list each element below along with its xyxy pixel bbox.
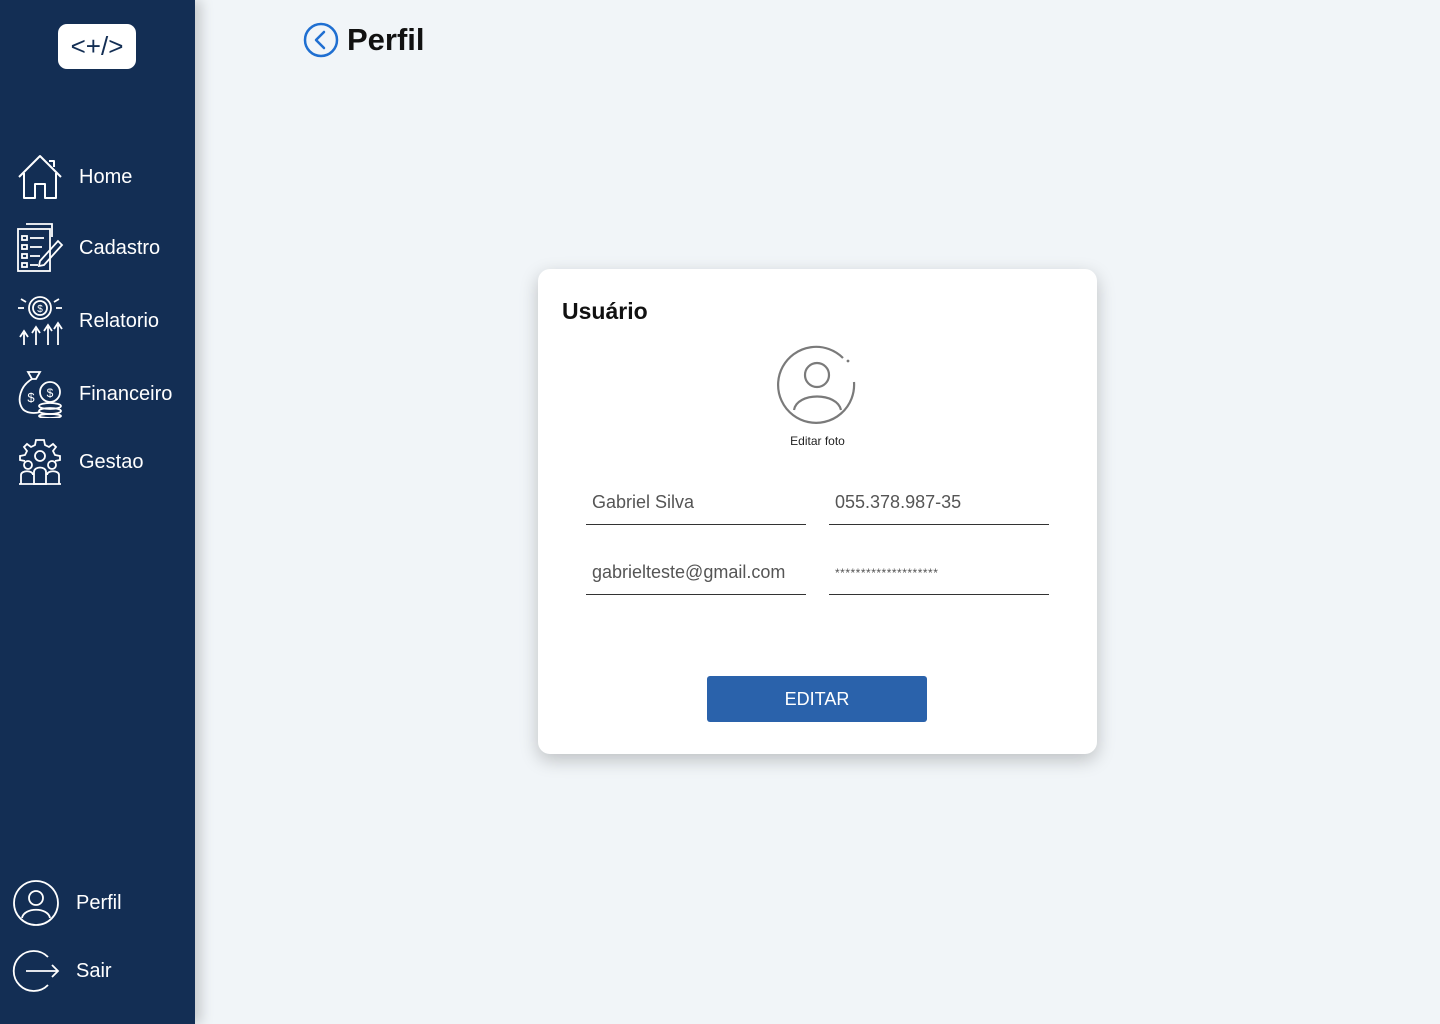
- svg-text:$: $: [47, 386, 54, 400]
- email-field: [586, 551, 806, 595]
- sidebar-item-home[interactable]: Home: [16, 153, 132, 201]
- sidebar-item-relatorio[interactable]: $ Relatorio: [16, 296, 160, 345]
- name-field: [586, 481, 806, 525]
- email-input[interactable]: [586, 551, 806, 594]
- sidebar-item-perfil[interactable]: Perfil: [12, 879, 122, 927]
- sidebar-item-financeiro[interactable]: $ $ Financeiro: [16, 370, 172, 418]
- avatar[interactable]: [777, 344, 859, 426]
- sidebar-item-label: Home: [79, 165, 133, 188]
- cpf-input[interactable]: [829, 481, 1049, 524]
- page-title: Perfil: [347, 22, 425, 57]
- back-button[interactable]: [303, 22, 339, 58]
- password-field: [829, 551, 1049, 595]
- form-icon: [16, 223, 64, 272]
- code-logo-icon: <+/>: [71, 32, 124, 61]
- chevron-left-circle-icon: [303, 22, 339, 58]
- password-input[interactable]: [829, 551, 1049, 594]
- user-icon: [12, 879, 60, 927]
- sidebar-item-cadastro[interactable]: Cadastro: [16, 223, 161, 272]
- edit-photo-link[interactable]: Editar foto: [538, 434, 1097, 448]
- card-title: Usuário: [562, 298, 648, 324]
- name-input[interactable]: [586, 481, 806, 524]
- profile-card: Usuário Editar foto EDITAR: [538, 269, 1097, 754]
- app-logo[interactable]: <+/>: [58, 24, 136, 69]
- sidebar-item-gestao[interactable]: Gestao: [16, 438, 143, 486]
- money-icon: $ $: [16, 370, 64, 418]
- sidebar-item-label: Financeiro: [79, 382, 173, 405]
- page-header: Perfil: [303, 22, 425, 58]
- sidebar-item-label: Perfil: [76, 891, 122, 914]
- cpf-field: [829, 481, 1049, 525]
- home-icon: [16, 153, 64, 201]
- sidebar-item-label: Sair: [76, 959, 112, 982]
- sidebar-item-sair[interactable]: Sair: [12, 947, 112, 995]
- logout-icon: [12, 947, 60, 995]
- logo-text: <+/>: [71, 32, 124, 61]
- svg-text:$: $: [37, 304, 43, 315]
- report-icon: $: [16, 296, 64, 345]
- sidebar: <+/> Home Cadastro $ Relatorio $ $ Finan…: [0, 0, 195, 1024]
- edit-button[interactable]: EDITAR: [707, 676, 927, 722]
- svg-text:$: $: [27, 390, 35, 405]
- sidebar-item-label: Cadastro: [79, 236, 161, 259]
- sidebar-item-label: Relatorio: [79, 309, 160, 332]
- team-gear-icon: [16, 438, 64, 486]
- sidebar-item-label: Gestao: [79, 450, 144, 473]
- user-avatar-icon: [777, 345, 856, 424]
